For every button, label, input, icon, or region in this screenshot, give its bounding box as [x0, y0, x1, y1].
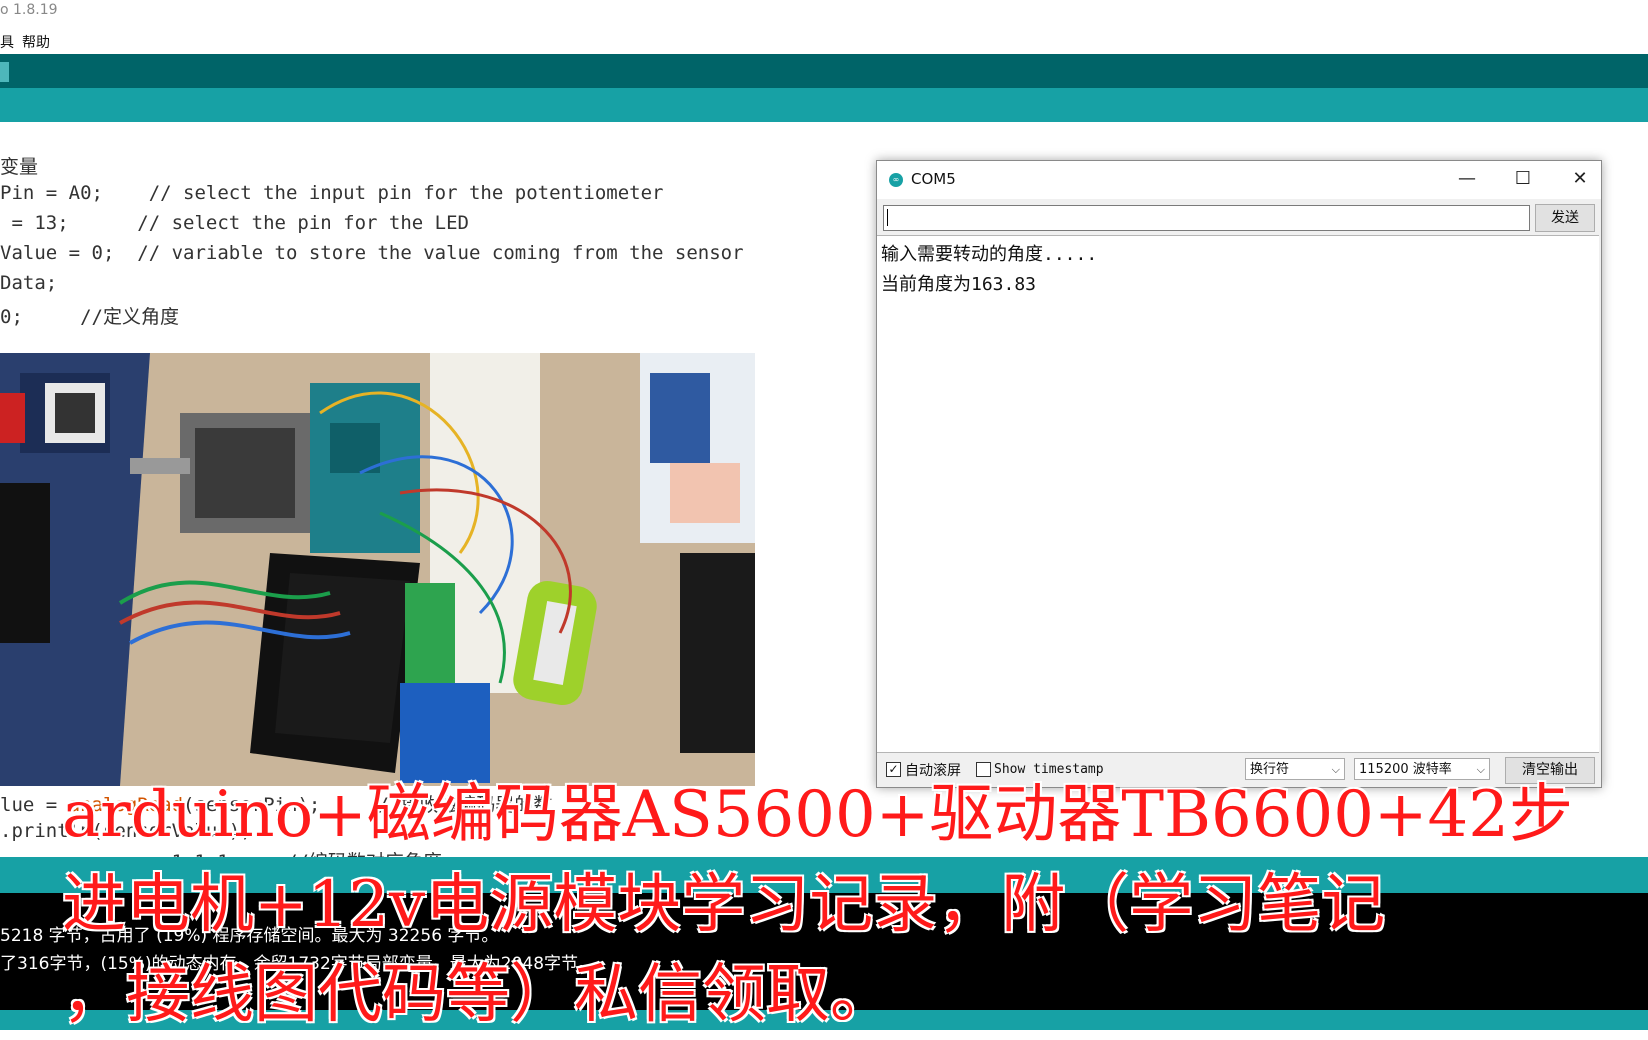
timestamp-label: Show timestamp: [994, 762, 1104, 777]
serial-title: COM5: [911, 170, 956, 188]
baud-rate-select[interactable]: 115200 波特率 ⌵: [1354, 758, 1490, 780]
bottom-bar: [0, 1010, 1648, 1030]
serial-send-input[interactable]: [883, 205, 1530, 231]
minimize-icon[interactable]: —: [1447, 165, 1487, 193]
window-title-bar: o 1.8.19: [0, 0, 1648, 26]
close-icon[interactable]: ✕: [1560, 165, 1600, 193]
serial-title-bar: ∞ COM5 — ☐ ✕: [877, 161, 1601, 199]
serial-monitor-window: ∞ COM5 — ☐ ✕ 发送 输入需要转动的角度..... 当前角度为163.…: [876, 160, 1602, 788]
clear-output-button[interactable]: 清空输出: [1505, 757, 1595, 784]
serial-output-area[interactable]: 输入需要转动的角度..... 当前角度为163.83: [877, 235, 1599, 753]
console-line-1: 5218 字节，占用了 (19%) 程序存储空间。最大为 32256 字节。: [0, 926, 499, 946]
console-output: 5218 字节，占用了 (19%) 程序存储空间。最大为 32256 字节。 了…: [0, 893, 1648, 1010]
serial-output-line-1: 输入需要转动的角度.....: [881, 244, 1098, 265]
autoscroll-label: 自动滚屏: [905, 763, 961, 779]
code-text: (sensorPin); //接收磁编码器的数: [183, 794, 553, 816]
code-line-5: Data;: [0, 272, 58, 294]
toolbar: [0, 54, 1648, 88]
code-line-4: Value = 0; // variable to store the valu…: [0, 242, 744, 264]
serial-output-line-2: 当前角度为163.83: [881, 274, 1037, 295]
chevron-down-icon: ⌵: [1331, 763, 1340, 776]
code-keyword: analogRead: [68, 794, 184, 816]
arduino-icon: ∞: [889, 173, 903, 187]
console-line-2: 了316字节，(15%)的动态内存，余留1732字节局部变量。最大为2048字节…: [0, 954, 596, 974]
window-title: o 1.8.19: [0, 2, 58, 18]
send-button[interactable]: 发送: [1535, 204, 1595, 232]
menu-bar: 具 帮助: [0, 28, 1648, 52]
menu-item-help[interactable]: 帮助: [22, 32, 50, 52]
code-line-println: .println(sensorValue);: [0, 820, 252, 842]
autoscroll-checkbox[interactable]: ✓: [886, 762, 901, 777]
text-caret: [887, 209, 888, 226]
code-line-1: 变量: [0, 156, 39, 178]
serial-bottom-bar: ✓ 自动滚屏 Show timestamp 换行符 ⌵ 115200 波特率 ⌵…: [877, 753, 1601, 787]
code-line-partial: . 1.1.1. //编码数对应角度: [0, 847, 442, 857]
code-line-3: = 13; // select the pin for the LED: [0, 212, 469, 234]
maximize-icon[interactable]: ☐: [1503, 165, 1543, 193]
menu-item-tools[interactable]: 具: [0, 32, 14, 52]
code-line-2: Pin = A0; // select the input pin for th…: [0, 182, 664, 204]
hardware-photo: [0, 353, 755, 786]
code-line-analogread: lue = analogRead(sensorPin); //接收磁编码器的数: [0, 790, 552, 817]
code-text: lue =: [0, 794, 69, 816]
line-ending-select[interactable]: 换行符 ⌵: [1245, 758, 1345, 780]
toolbar-button[interactable]: [0, 62, 9, 82]
tab-bar: [0, 88, 1648, 122]
hardware-photo-drawing: [0, 353, 755, 786]
chevron-down-icon: ⌵: [1476, 763, 1485, 776]
code-line-6: 0; //定义角度: [0, 306, 179, 328]
line-ending-value: 换行符: [1250, 762, 1290, 777]
status-bar: [0, 857, 1648, 893]
baud-rate-value: 115200 波特率: [1359, 762, 1452, 777]
timestamp-checkbox[interactable]: [976, 762, 991, 777]
